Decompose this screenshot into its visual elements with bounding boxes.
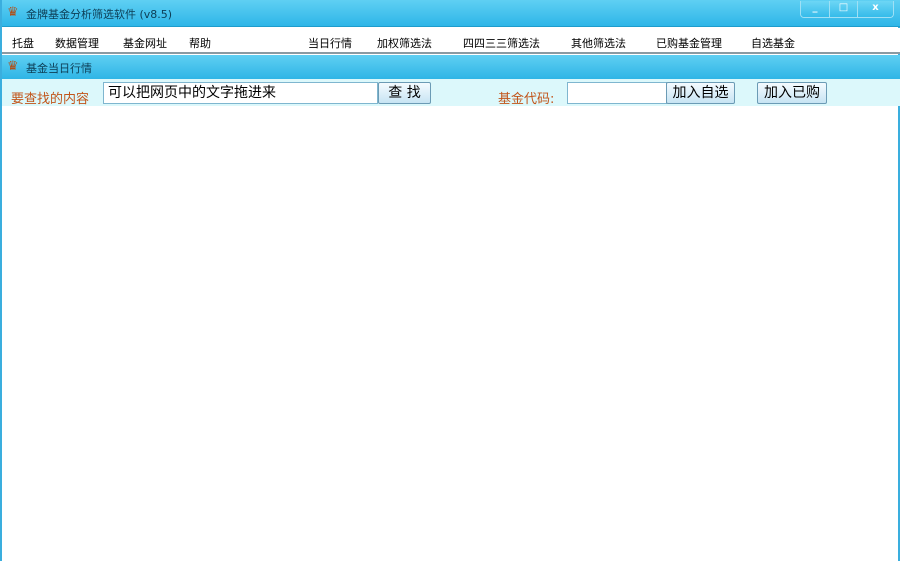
content-area bbox=[2, 106, 900, 561]
fund-code-input[interactable] bbox=[567, 82, 667, 104]
menu-fund-urls[interactable]: 基金网址 bbox=[123, 35, 167, 51]
menu-other-filters[interactable]: 其他筛选法 bbox=[571, 35, 626, 51]
window-controls: _ □ x bbox=[800, 1, 894, 18]
maximize-button[interactable]: □ bbox=[829, 1, 857, 17]
search-input[interactable]: 可以把网页中的文字拖进来 bbox=[103, 82, 378, 104]
app-trophy-icon: ♛ bbox=[7, 5, 19, 20]
menu-watchlist[interactable]: 自选基金 bbox=[751, 35, 795, 51]
fund-code-label: 基金代码: bbox=[498, 92, 555, 107]
menu-weighted-filter[interactable]: 加权筛选法 bbox=[377, 35, 432, 51]
menu-help[interactable]: 帮助 bbox=[189, 35, 211, 51]
panel-header: ♛ 基金当日行情 bbox=[2, 55, 900, 79]
window-title: 金牌基金分析筛选软件 (v8.5) bbox=[26, 8, 173, 21]
menu-4433-filter[interactable]: 四四三三筛选法 bbox=[463, 35, 540, 51]
add-watchlist-button[interactable]: 加入自选 bbox=[666, 82, 735, 104]
menu-daily-quotes[interactable]: 当日行情 bbox=[308, 35, 352, 51]
search-row: 要查找的内容 可以把网页中的文字拖进来 查 找 基金代码: 加入自选 加入已购 bbox=[2, 79, 900, 107]
panel-title: 基金当日行情 bbox=[26, 62, 92, 75]
add-purchased-button[interactable]: 加入已购 bbox=[757, 82, 827, 104]
menu-data-management[interactable]: 数据管理 bbox=[55, 35, 99, 51]
search-button[interactable]: 查 找 bbox=[378, 82, 431, 104]
app-window: ♛ 金牌基金分析筛选软件 (v8.5) _ □ x 托盘 数据管理 基金网址 帮… bbox=[0, 0, 900, 561]
panel-trophy-icon: ♛ bbox=[7, 59, 19, 74]
minimize-button[interactable]: _ bbox=[801, 1, 829, 17]
menu-tray[interactable]: 托盘 bbox=[12, 35, 34, 51]
close-button[interactable]: x bbox=[857, 1, 893, 17]
menu-purchased-funds[interactable]: 已购基金管理 bbox=[656, 35, 722, 51]
menu-bar: 托盘 数据管理 基金网址 帮助 当日行情 加权筛选法 四四三三筛选法 其他筛选法… bbox=[2, 28, 900, 54]
search-label: 要查找的内容 bbox=[11, 92, 90, 107]
title-bar: ♛ 金牌基金分析筛选软件 (v8.5) _ □ x bbox=[2, 0, 900, 27]
